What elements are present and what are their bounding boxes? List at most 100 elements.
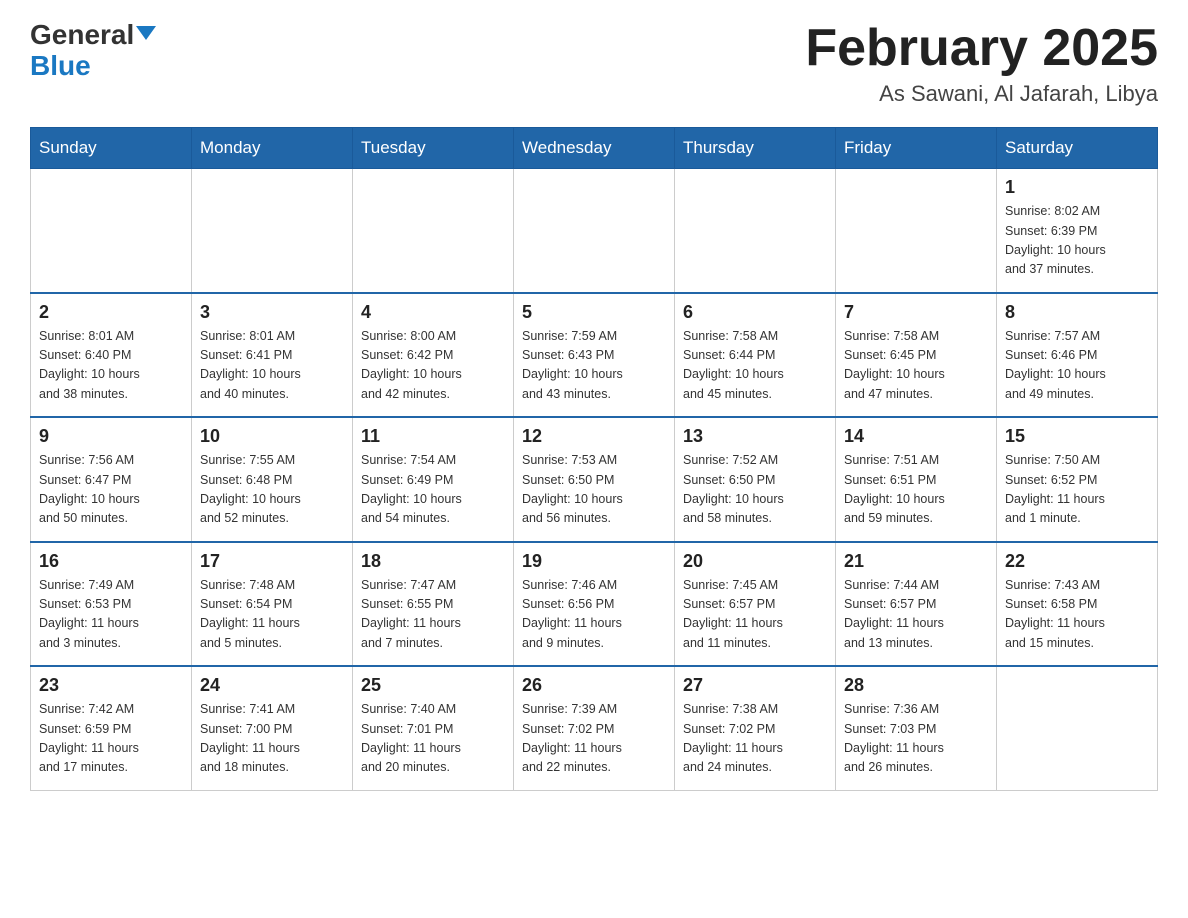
day-of-week-header: Friday [836, 128, 997, 169]
day-number: 26 [522, 675, 666, 696]
logo-blue-line: Blue [30, 51, 91, 82]
calendar-header-row: SundayMondayTuesdayWednesdayThursdayFrid… [31, 128, 1158, 169]
calendar-day-cell: 20 Sunrise: 7:45 AM Sunset: 6:57 PM Dayli… [675, 542, 836, 667]
day-info: Sunrise: 7:46 AM Sunset: 6:56 PM Dayligh… [522, 576, 666, 654]
day-of-week-header: Wednesday [514, 128, 675, 169]
calendar-day-cell: 15Sunrise: 7:50 AM Sunset: 6:52 PM Dayli… [997, 417, 1158, 542]
calendar-day-cell: 1 Sunrise: 8:02 AM Sunset: 6:39 PM Daylig… [997, 169, 1158, 293]
calendar-week-row: 1 Sunrise: 8:02 AM Sunset: 6:39 PM Daylig… [31, 169, 1158, 293]
day-number: 1 [1005, 177, 1149, 198]
day-info: Sunrise: 7:49 AM Sunset: 6:53 PM Dayligh… [39, 576, 183, 654]
calendar-day-cell [31, 169, 192, 293]
day-number: 7 [844, 302, 988, 323]
day-info: Sunrise: 8:01 AM Sunset: 6:40 PM Dayligh… [39, 327, 183, 405]
day-info: Sunrise: 7:53 AM Sunset: 6:50 PM Dayligh… [522, 451, 666, 529]
calendar-week-row: 16 Sunrise: 7:49 AM Sunset: 6:53 PM Dayli… [31, 542, 1158, 667]
day-number: 28 [844, 675, 988, 696]
day-number: 4 [361, 302, 505, 323]
day-number: 23 [39, 675, 183, 696]
day-of-week-header: Tuesday [353, 128, 514, 169]
day-info: Sunrise: 7:43 AM Sunset: 6:58 PM Dayligh… [1005, 576, 1149, 654]
day-number: 11 [361, 426, 505, 447]
day-number: 10 [200, 426, 344, 447]
logo-triangle-icon [136, 26, 156, 40]
day-number: 17 [200, 551, 344, 572]
calendar-day-cell: 5 Sunrise: 7:59 AM Sunset: 6:43 PM Daylig… [514, 293, 675, 418]
calendar-day-cell: 6 Sunrise: 7:58 AM Sunset: 6:44 PM Daylig… [675, 293, 836, 418]
day-info: Sunrise: 7:42 AM Sunset: 6:59 PM Dayligh… [39, 700, 183, 778]
calendar-day-cell: 14 Sunrise: 7:51 AM Sunset: 6:51 PM Dayli… [836, 417, 997, 542]
day-number: 14 [844, 426, 988, 447]
day-number: 22 [1005, 551, 1149, 572]
day-number: 18 [361, 551, 505, 572]
day-number: 5 [522, 302, 666, 323]
calendar-day-cell: 13 Sunrise: 7:52 AM Sunset: 6:50 PM Dayli… [675, 417, 836, 542]
calendar-table: SundayMondayTuesdayWednesdayThursdayFrid… [30, 127, 1158, 791]
day-number: 19 [522, 551, 666, 572]
calendar-day-cell: 22 Sunrise: 7:43 AM Sunset: 6:58 PM Dayli… [997, 542, 1158, 667]
logo-blue-text: Blue [30, 50, 91, 81]
calendar-day-cell: 2 Sunrise: 8:01 AM Sunset: 6:40 PM Daylig… [31, 293, 192, 418]
day-info: Sunrise: 8:02 AM Sunset: 6:39 PM Dayligh… [1005, 202, 1149, 280]
day-info: Sunrise: 7:51 AM Sunset: 6:51 PM Dayligh… [844, 451, 988, 529]
day-number: 8 [1005, 302, 1149, 323]
calendar-day-cell: 19 Sunrise: 7:46 AM Sunset: 6:56 PM Dayli… [514, 542, 675, 667]
calendar-day-cell: 7 Sunrise: 7:58 AM Sunset: 6:45 PM Daylig… [836, 293, 997, 418]
day-of-week-header: Thursday [675, 128, 836, 169]
day-info: Sunrise: 7:58 AM Sunset: 6:44 PM Dayligh… [683, 327, 827, 405]
day-info: Sunrise: 8:00 AM Sunset: 6:42 PM Dayligh… [361, 327, 505, 405]
calendar-day-cell [675, 169, 836, 293]
calendar-day-cell: 4 Sunrise: 8:00 AM Sunset: 6:42 PM Daylig… [353, 293, 514, 418]
calendar-day-cell: 8 Sunrise: 7:57 AM Sunset: 6:46 PM Daylig… [997, 293, 1158, 418]
day-info: Sunrise: 7:45 AM Sunset: 6:57 PM Dayligh… [683, 576, 827, 654]
day-info: Sunrise: 7:52 AM Sunset: 6:50 PM Dayligh… [683, 451, 827, 529]
day-number: 27 [683, 675, 827, 696]
calendar-day-cell [836, 169, 997, 293]
title-block: February 2025 As Sawani, Al Jafarah, Lib… [805, 20, 1158, 107]
day-info: Sunrise: 7:59 AM Sunset: 6:43 PM Dayligh… [522, 327, 666, 405]
calendar-day-cell: 23 Sunrise: 7:42 AM Sunset: 6:59 PM Dayli… [31, 666, 192, 790]
day-number: 9 [39, 426, 183, 447]
day-number: 24 [200, 675, 344, 696]
day-info: Sunrise: 7:36 AM Sunset: 7:03 PM Dayligh… [844, 700, 988, 778]
month-title: February 2025 [805, 20, 1158, 77]
day-info: Sunrise: 7:58 AM Sunset: 6:45 PM Dayligh… [844, 327, 988, 405]
calendar-day-cell: 25Sunrise: 7:40 AM Sunset: 7:01 PM Dayli… [353, 666, 514, 790]
calendar-day-cell: 18Sunrise: 7:47 AM Sunset: 6:55 PM Dayli… [353, 542, 514, 667]
logo: General Blue [30, 20, 156, 82]
day-number: 2 [39, 302, 183, 323]
calendar-day-cell: 21Sunrise: 7:44 AM Sunset: 6:57 PM Dayli… [836, 542, 997, 667]
day-of-week-header: Monday [192, 128, 353, 169]
calendar-day-cell: 9 Sunrise: 7:56 AM Sunset: 6:47 PM Daylig… [31, 417, 192, 542]
calendar-day-cell [192, 169, 353, 293]
day-info: Sunrise: 7:56 AM Sunset: 6:47 PM Dayligh… [39, 451, 183, 529]
day-number: 13 [683, 426, 827, 447]
calendar-day-cell: 3Sunrise: 8:01 AM Sunset: 6:41 PM Daylig… [192, 293, 353, 418]
calendar-day-cell: 12Sunrise: 7:53 AM Sunset: 6:50 PM Dayli… [514, 417, 675, 542]
calendar-week-row: 2 Sunrise: 8:01 AM Sunset: 6:40 PM Daylig… [31, 293, 1158, 418]
day-info: Sunrise: 7:57 AM Sunset: 6:46 PM Dayligh… [1005, 327, 1149, 405]
day-info: Sunrise: 7:41 AM Sunset: 7:00 PM Dayligh… [200, 700, 344, 778]
day-number: 6 [683, 302, 827, 323]
day-of-week-header: Sunday [31, 128, 192, 169]
day-number: 16 [39, 551, 183, 572]
day-info: Sunrise: 7:44 AM Sunset: 6:57 PM Dayligh… [844, 576, 988, 654]
calendar-day-cell [353, 169, 514, 293]
calendar-day-cell: 11Sunrise: 7:54 AM Sunset: 6:49 PM Dayli… [353, 417, 514, 542]
day-info: Sunrise: 7:39 AM Sunset: 7:02 PM Dayligh… [522, 700, 666, 778]
calendar-day-cell: 24 Sunrise: 7:41 AM Sunset: 7:00 PM Dayli… [192, 666, 353, 790]
calendar-week-row: 9 Sunrise: 7:56 AM Sunset: 6:47 PM Daylig… [31, 417, 1158, 542]
location-title: As Sawani, Al Jafarah, Libya [805, 81, 1158, 107]
calendar-day-cell: 27 Sunrise: 7:38 AM Sunset: 7:02 PM Dayli… [675, 666, 836, 790]
day-info: Sunrise: 7:38 AM Sunset: 7:02 PM Dayligh… [683, 700, 827, 778]
calendar-day-cell: 26 Sunrise: 7:39 AM Sunset: 7:02 PM Dayli… [514, 666, 675, 790]
calendar-day-cell [514, 169, 675, 293]
calendar-day-cell: 28 Sunrise: 7:36 AM Sunset: 7:03 PM Dayli… [836, 666, 997, 790]
day-number: 15 [1005, 426, 1149, 447]
day-info: Sunrise: 7:55 AM Sunset: 6:48 PM Dayligh… [200, 451, 344, 529]
calendar-day-cell: 16 Sunrise: 7:49 AM Sunset: 6:53 PM Dayli… [31, 542, 192, 667]
calendar-day-cell [997, 666, 1158, 790]
day-info: Sunrise: 7:40 AM Sunset: 7:01 PM Dayligh… [361, 700, 505, 778]
calendar-day-cell: 10 Sunrise: 7:55 AM Sunset: 6:48 PM Dayli… [192, 417, 353, 542]
day-number: 20 [683, 551, 827, 572]
